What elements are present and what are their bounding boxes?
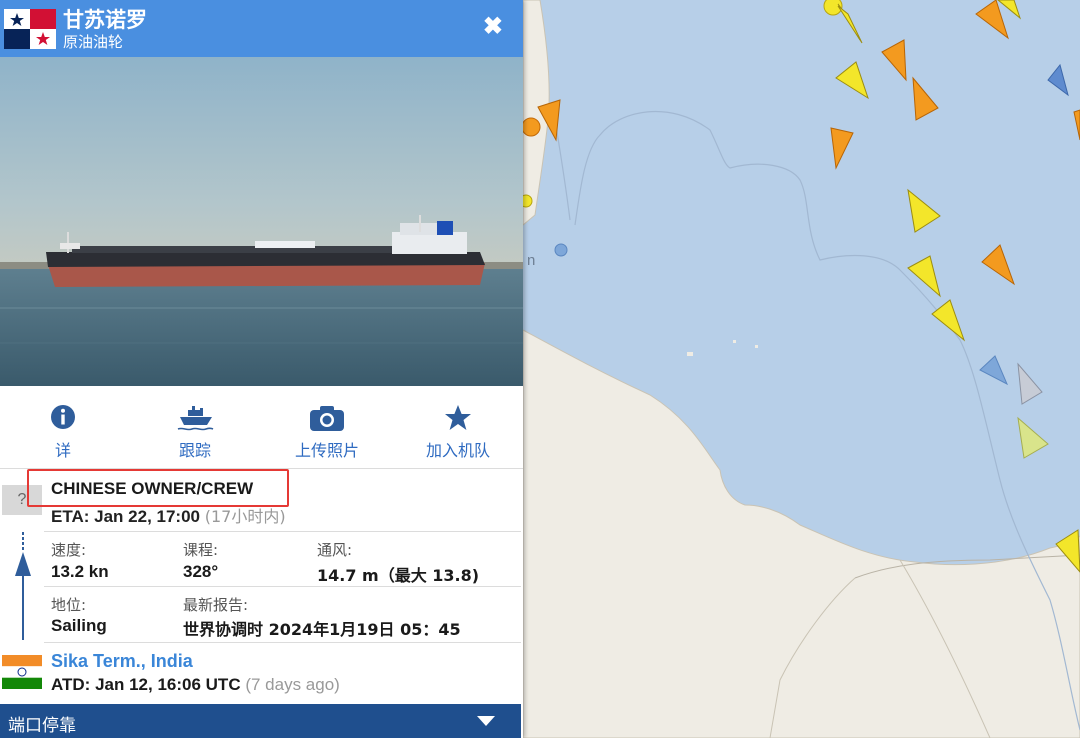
close-button[interactable]: ✖ (483, 14, 503, 40)
details-label: 详 (54, 441, 71, 460)
route-progress-line (15, 532, 31, 640)
vessel-photo[interactable] (0, 57, 523, 386)
eta-row: ETA: Jan 22, 17:00 (17小时内) (51, 503, 286, 527)
panel-header: 甘苏诺罗 原油油轮 ✖ (0, 0, 523, 57)
chevron-down-icon (477, 716, 495, 726)
speed-value: 13.2 kn (51, 562, 109, 581)
eta-relative: (17小时内) (204, 507, 286, 526)
ship-type: 原油油轮 (63, 33, 124, 51)
atd-label: ATD: (51, 675, 91, 694)
eta-label: ETA: (51, 507, 90, 526)
draught-value: 14.7 m（最大 13.8) (317, 566, 480, 585)
port-marker[interactable] (554, 243, 568, 257)
island (755, 345, 758, 348)
status-value: Sailing (51, 616, 107, 635)
atd-relative: (7 days ago) (245, 675, 340, 694)
island (687, 352, 693, 356)
india-flag (2, 655, 42, 689)
port-calls-toggle[interactable]: 端口停靠 (0, 704, 521, 738)
map-label: n (527, 252, 535, 269)
action-bar: 详 跟踪 上传照片 加入机队 (0, 386, 523, 468)
ship-name: 甘苏诺罗 (63, 8, 147, 32)
divider (44, 531, 521, 532)
island (733, 340, 736, 343)
track-label: 跟踪 (178, 441, 211, 460)
track-button[interactable]: 跟踪 (135, 386, 255, 468)
panama-flag (4, 9, 56, 49)
port-calls-label: 端口停靠 (8, 716, 76, 736)
atd-row: ATD: Jan 12, 16:06 UTC (7 days ago) (51, 675, 340, 695)
highlight-box (27, 469, 289, 507)
details-button[interactable]: 详 (3, 386, 123, 468)
course-value: 328° (183, 562, 219, 581)
star-icon (445, 405, 471, 430)
upload-photo-label: 上传照片 (294, 441, 359, 460)
report-label: 最新报告: (183, 596, 249, 614)
info-icon (51, 405, 75, 429)
report-value: 世界协调时 2024年1月19日 05：45 (183, 620, 461, 639)
status-label: 地位: (51, 596, 87, 614)
vessel-marker[interactable] (521, 117, 541, 137)
course-label: 课程: (183, 541, 219, 559)
eta-value: Jan 22, 17:00 (94, 507, 200, 526)
upload-photo-button[interactable]: 上传照片 (267, 386, 387, 468)
atd-value: Jan 12, 16:06 UTC (95, 675, 241, 694)
departure-port-link[interactable]: Sika Term., India (51, 651, 193, 672)
ship-track-icon (177, 406, 214, 431)
vessel-info-panel: 甘苏诺罗 原油油轮 ✖ 详 跟踪 上传照片 加入机队 ? CHINESE OWN… (0, 0, 523, 738)
add-fleet-label: 加入机队 (425, 441, 490, 460)
speed-label: 速度: (51, 541, 87, 559)
draught-label: 通风: (317, 541, 353, 559)
divider (44, 586, 521, 587)
add-fleet-button[interactable]: 加入机队 (398, 386, 518, 468)
camera-icon (310, 406, 344, 431)
divider (44, 642, 521, 643)
